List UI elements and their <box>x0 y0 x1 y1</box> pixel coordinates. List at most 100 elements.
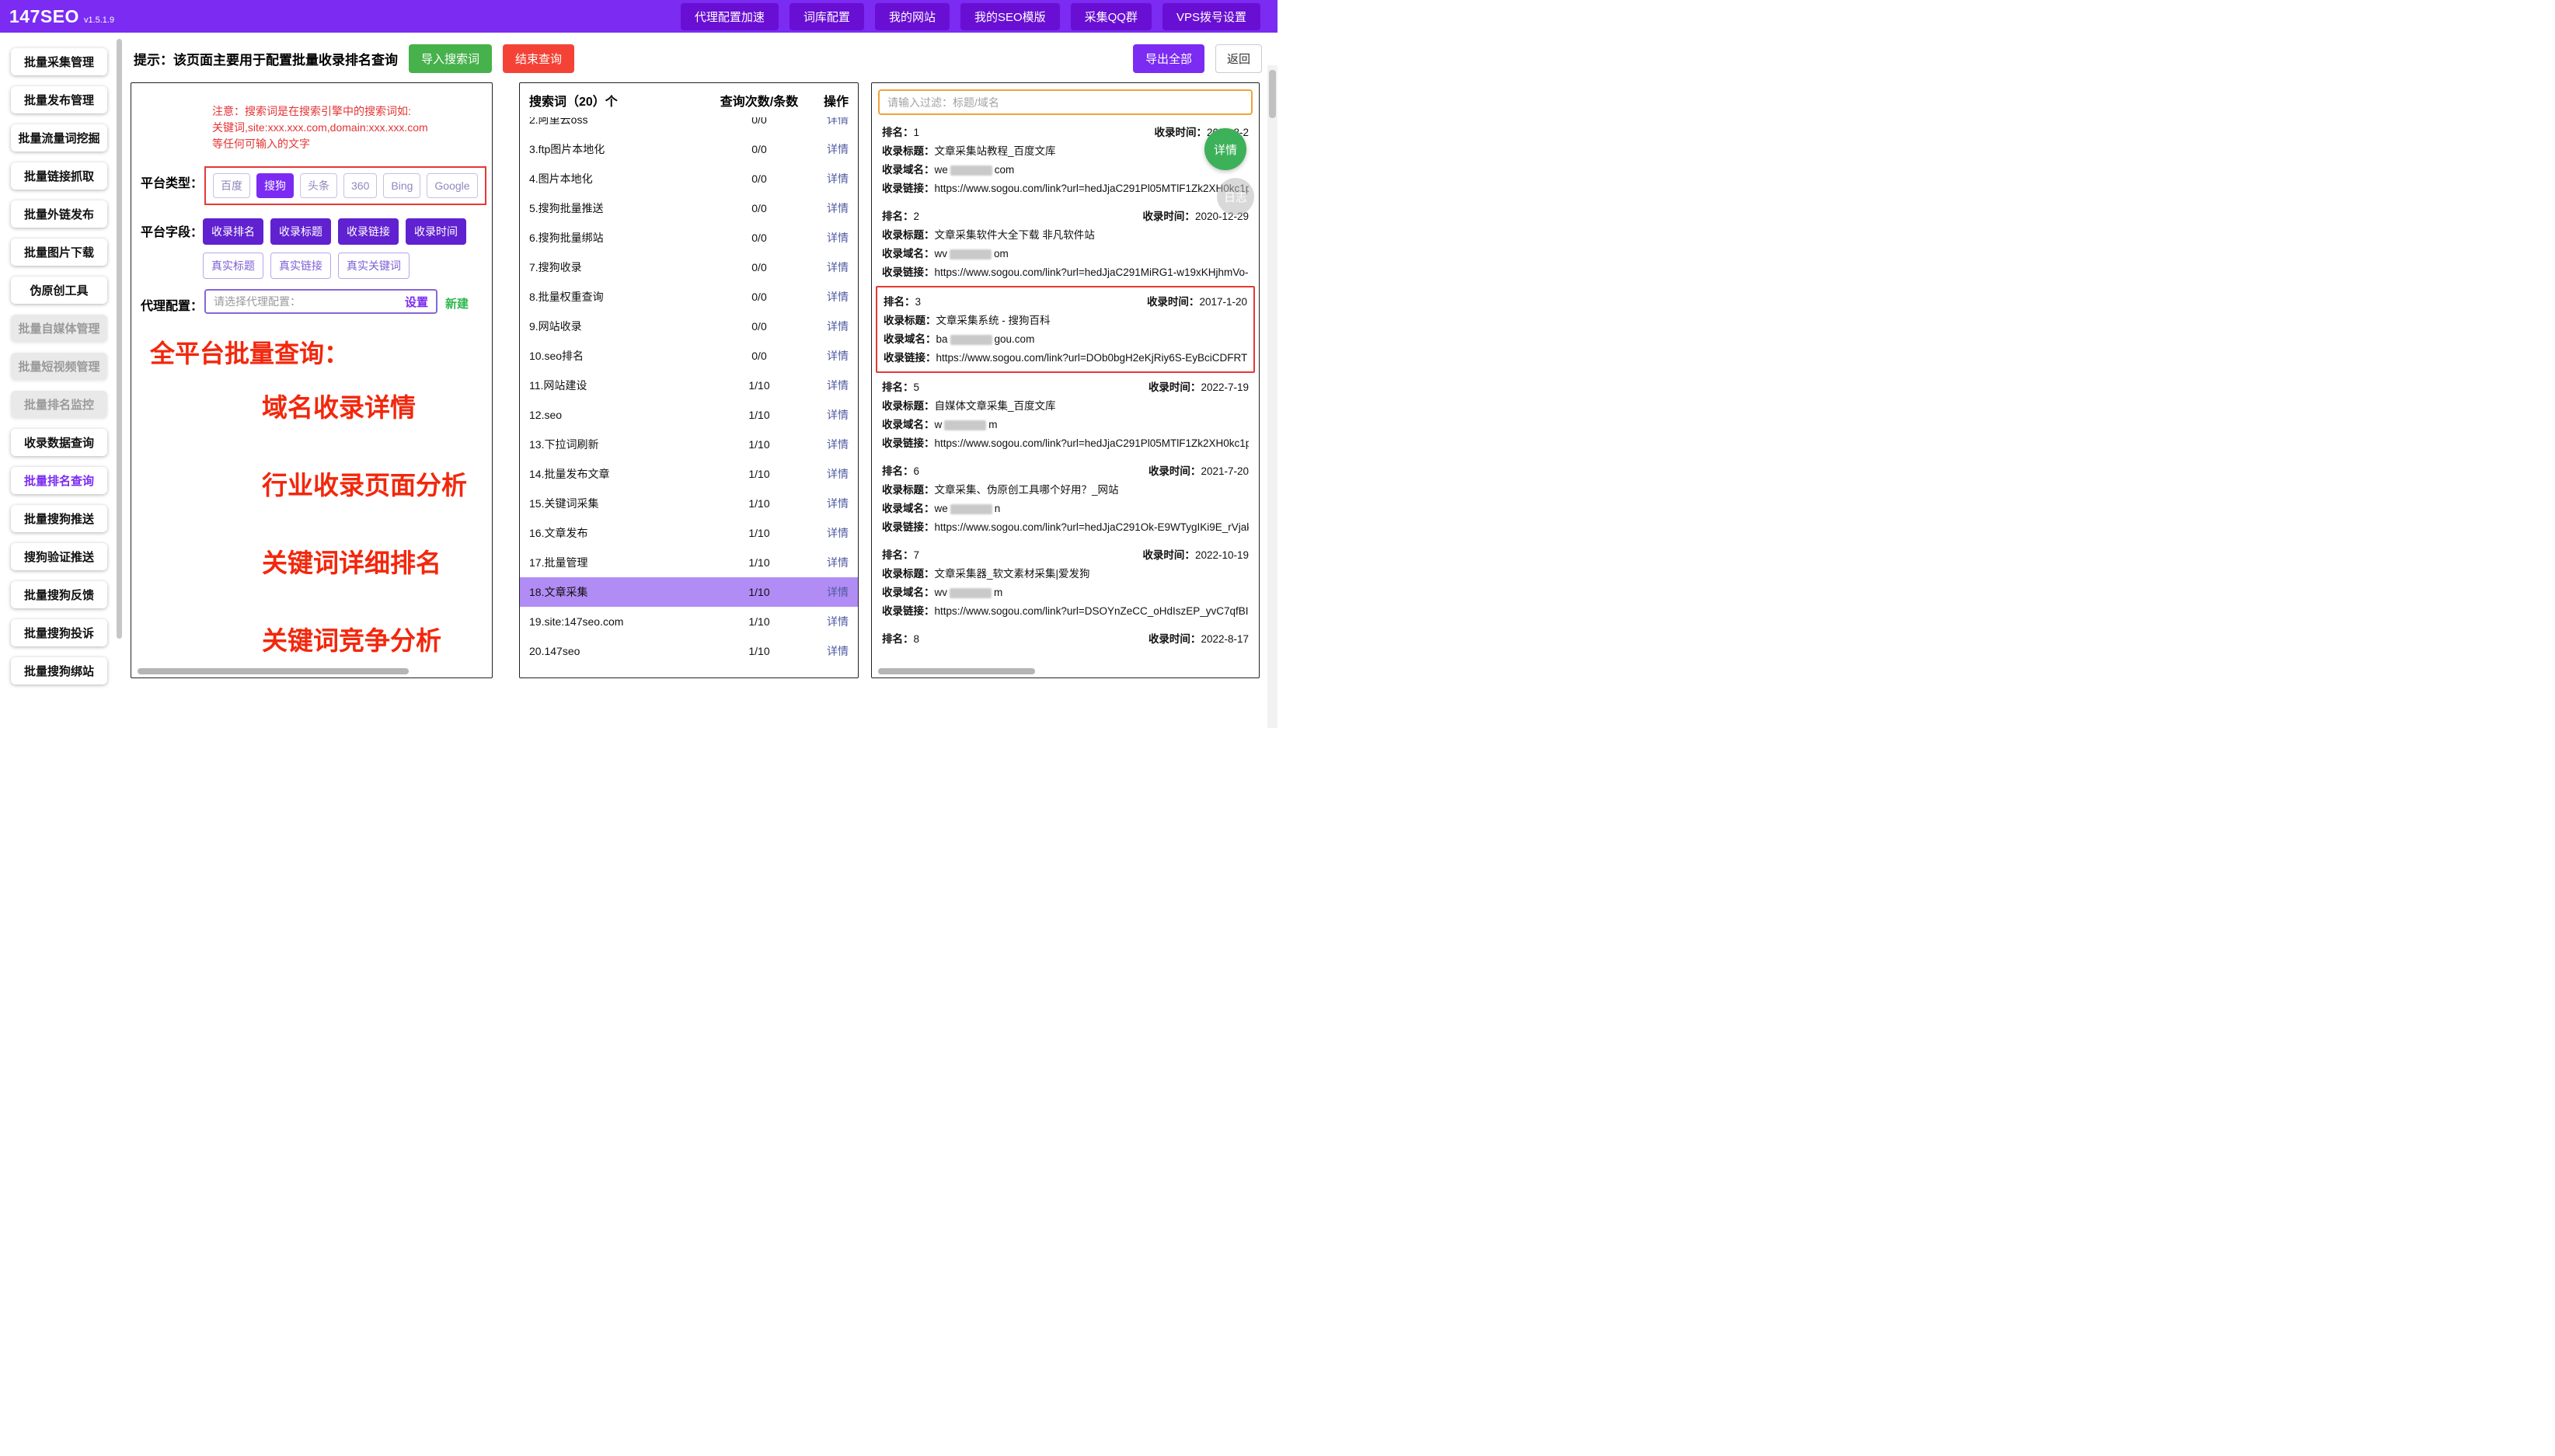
keyword-detail-link[interactable]: 详情 <box>808 584 849 600</box>
sidebar-item[interactable]: 搜狗验证推送 <box>11 543 107 570</box>
keyword-detail-link[interactable]: 详情 <box>808 437 849 452</box>
header-nav-button[interactable]: 我的SEO模版 <box>960 2 1060 30</box>
platform-type-button[interactable]: 百度 <box>213 173 251 198</box>
keyword-row[interactable]: 8.批量权重查询 0/0 详情 <box>520 282 858 312</box>
keyword-detail-link[interactable]: 详情 <box>808 614 849 629</box>
sidebar-item[interactable]: 批量链接抓取 <box>11 162 107 190</box>
sidebar-item[interactable]: 批量外链发布 <box>11 200 107 228</box>
keyword-detail-link[interactable]: 详情 <box>808 141 849 157</box>
proxy-settings-link[interactable]: 设置 <box>405 294 428 310</box>
sidebar-item[interactable]: 批量排名查询 <box>11 467 107 494</box>
results-h-scroll-thumb[interactable] <box>878 668 1036 674</box>
keyword-detail-link[interactable]: 详情 <box>808 407 849 423</box>
platform-field-button[interactable]: 收录时间 <box>406 218 467 245</box>
sidebar-item[interactable]: 收录数据查询 <box>11 429 107 456</box>
keyword-row[interactable]: 9.网站收录 0/0 详情 <box>520 312 858 341</box>
keyword-row[interactable]: 14.批量发布文章 1/10 详情 <box>520 459 858 489</box>
keyword-detail-link[interactable]: 详情 <box>808 319 849 334</box>
keyword-row[interactable]: 6.搜狗批量绑站 0/0 详情 <box>520 223 858 253</box>
slogan-title: 全平台批量查询： <box>150 340 350 367</box>
sidebar-scrollbar[interactable] <box>117 39 122 639</box>
result-item[interactable]: 排名：3 收录时间：2017-1-20 收录标题：文章采集系统 - 搜狗百科 收… <box>876 286 1255 373</box>
sidebar-item[interactable]: 批量搜狗投诉 <box>11 619 107 646</box>
header-nav-button[interactable]: 代理配置加速 <box>680 2 779 30</box>
keyword-row[interactable]: 4.图片本地化 0/0 详情 <box>520 164 858 193</box>
header-nav-button[interactable]: VPS拨号设置 <box>1162 2 1260 30</box>
sidebar-item[interactable]: 批量搜狗反馈 <box>11 581 107 608</box>
keyword-row[interactable]: 19.site:147seo.com 1/10 详情 <box>520 607 858 636</box>
sidebar-item[interactable]: 批量流量词挖掘 <box>11 124 107 152</box>
keyword-row[interactable]: 15.关键词采集 1/10 详情 <box>520 489 858 518</box>
keyword-detail-link[interactable]: 详情 <box>808 525 849 541</box>
result-item[interactable]: 排名：5 收录时间：2022-7-19 收录标题：自媒体文章采集_百度文库 收录… <box>876 373 1255 457</box>
proxy-select[interactable]: 请选择代理配置： 设置 <box>204 289 438 314</box>
sidebar-item[interactable]: 批量图片下载 <box>11 239 107 266</box>
platform-type-button[interactable]: 头条 <box>300 173 338 198</box>
keyword-row[interactable]: 11.网站建设 1/10 详情 <box>520 371 858 400</box>
header-nav-button[interactable]: 采集QQ群 <box>1070 2 1152 30</box>
keyword-detail-link[interactable]: 详情 <box>808 230 849 246</box>
platform-field-button[interactable]: 真实关键词 <box>338 253 410 279</box>
sidebar-item[interactable]: 批量短视频管理 <box>11 353 107 380</box>
keyword-detail-link[interactable]: 详情 <box>808 348 849 364</box>
result-item[interactable]: 排名：2 收录时间：2020-12-29 收录标题：文章采集软件大全下载 非凡软… <box>876 202 1255 286</box>
keyword-row[interactable]: 7.搜狗收录 0/0 详情 <box>520 253 858 282</box>
keyword-detail-link[interactable]: 详情 <box>808 496 849 511</box>
keyword-detail-link[interactable]: 详情 <box>808 200 849 216</box>
sidebar-item[interactable]: 批量自媒体管理 <box>11 315 107 342</box>
keyword-detail-link[interactable]: 详情 <box>808 378 849 393</box>
platform-field-button[interactable]: 收录排名 <box>203 218 264 245</box>
platform-type-button[interactable]: 360 <box>343 173 378 198</box>
stop-query-button[interactable]: 结束查询 <box>503 44 575 73</box>
platform-field-button[interactable]: 真实标题 <box>203 253 264 279</box>
keyword-row[interactable]: 5.搜狗批量推送 0/0 详情 <box>520 193 858 223</box>
platform-field-button[interactable]: 收录标题 <box>270 218 332 245</box>
result-item[interactable]: 排名：6 收录时间：2021-7-20 收录标题：文章采集、伪原创工具哪个好用？… <box>876 457 1255 541</box>
config-h-scrollbar[interactable] <box>138 668 486 674</box>
sidebar-item[interactable]: 批量搜狗绑站 <box>11 657 107 684</box>
keyword-row[interactable]: 10.seo排名 0/0 详情 <box>520 341 858 371</box>
detail-fab-button[interactable]: 详情 <box>1204 128 1246 170</box>
platform-field-button[interactable]: 真实链接 <box>270 253 332 279</box>
keyword-row[interactable]: 16.文章发布 1/10 详情 <box>520 518 858 548</box>
header-nav-button[interactable]: 我的网站 <box>874 2 950 30</box>
result-list: 排名：1 收录时间：2022-8-2 收录标题：文章采集站教程_百度文库 收录域… <box>872 118 1259 666</box>
sidebar-item[interactable]: 批量采集管理 <box>11 48 107 75</box>
log-fab-button[interactable]: 日志 <box>1217 178 1254 215</box>
keyword-row[interactable]: 2.阿里云oss 0/0 详情 <box>520 117 858 134</box>
window-scrollbar[interactable] <box>1267 65 1278 728</box>
keyword-row[interactable]: 3.ftp图片本地化 0/0 详情 <box>520 134 858 164</box>
sidebar-item[interactable]: 批量排名监控 <box>11 391 107 418</box>
config-h-scroll-thumb[interactable] <box>138 668 410 674</box>
sidebar-item[interactable]: 批量搜狗推送 <box>11 505 107 532</box>
import-keywords-button[interactable]: 导入搜索词 <box>409 44 493 73</box>
keyword-row[interactable]: 13.下拉词刷新 1/10 详情 <box>520 430 858 459</box>
result-item[interactable]: 排名：7 收录时间：2022-10-19 收录标题：文章采集器_软文素材采集|爱… <box>876 541 1255 625</box>
result-item[interactable]: 排名：1 收录时间：2022-8-2 收录标题：文章采集站教程_百度文库 收录域… <box>876 118 1255 202</box>
results-h-scrollbar[interactable] <box>878 668 1253 674</box>
keyword-row[interactable]: 12.seo 1/10 详情 <box>520 400 858 430</box>
platform-type-button[interactable]: Google <box>427 173 478 198</box>
platform-type-button[interactable]: 搜狗 <box>256 173 295 198</box>
keyword-row[interactable]: 17.批量管理 1/10 详情 <box>520 548 858 577</box>
export-all-button[interactable]: 导出全部 <box>1132 44 1204 73</box>
keyword-detail-link[interactable]: 详情 <box>808 260 849 275</box>
keyword-detail-link[interactable]: 详情 <box>808 643 849 659</box>
result-item[interactable]: 排名：8 收录时间：2022-8-17 收录标题： 收录域名： 收录链接： <box>876 625 1255 653</box>
sidebar-item[interactable]: 伪原创工具 <box>11 277 107 304</box>
platform-type-button[interactable]: Bing <box>383 173 421 198</box>
keyword-detail-link[interactable]: 详情 <box>808 171 849 186</box>
keyword-detail-link[interactable]: 详情 <box>808 117 849 127</box>
platform-field-button[interactable]: 收录链接 <box>338 218 399 245</box>
filter-input[interactable] <box>878 89 1253 115</box>
sidebar-item[interactable]: 批量发布管理 <box>11 86 107 113</box>
window-scroll-thumb[interactable] <box>1269 70 1276 118</box>
header-nav-button[interactable]: 词库配置 <box>789 2 864 30</box>
keyword-row[interactable]: 18.文章采集 1/10 详情 <box>520 577 858 607</box>
keyword-detail-link[interactable]: 详情 <box>808 555 849 570</box>
keyword-detail-link[interactable]: 详情 <box>808 289 849 305</box>
keyword-detail-link[interactable]: 详情 <box>808 466 849 482</box>
proxy-new-link[interactable]: 新建 <box>445 295 469 312</box>
keyword-row[interactable]: 20.147seo 1/10 详情 <box>520 636 858 666</box>
back-button[interactable]: 返回 <box>1215 44 1262 73</box>
